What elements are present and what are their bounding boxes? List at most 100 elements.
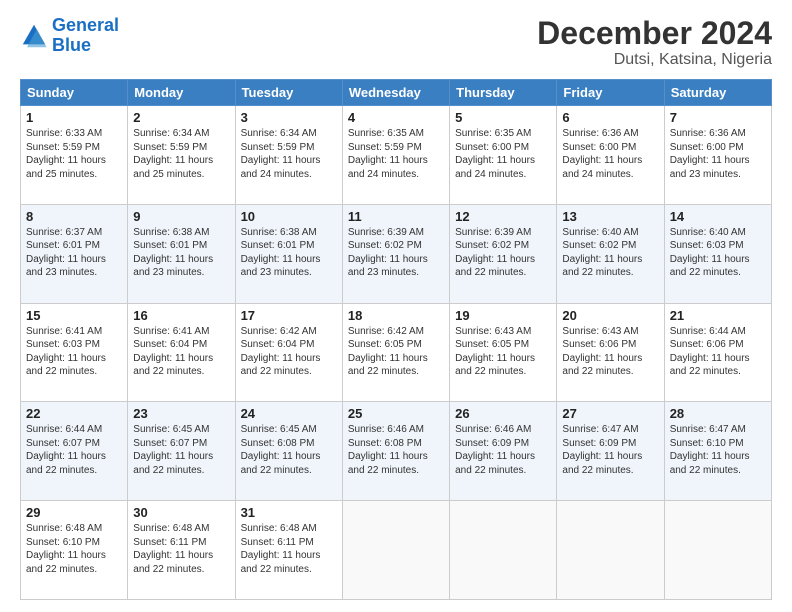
day-number: 30 [133, 505, 229, 520]
day-number: 4 [348, 110, 444, 125]
cell-info: Sunrise: 6:43 AMSunset: 6:05 PMDaylight:… [455, 325, 551, 379]
cell-info: Sunrise: 6:38 AMSunset: 6:01 PMDaylight:… [133, 226, 229, 280]
cell-info: Sunrise: 6:47 AMSunset: 6:09 PMDaylight:… [562, 423, 658, 477]
calendar-cell: 3 Sunrise: 6:34 AMSunset: 5:59 PMDaylight… [235, 106, 342, 205]
cell-info: Sunrise: 6:44 AMSunset: 6:06 PMDaylight:… [670, 325, 766, 379]
calendar-week-row: 15 Sunrise: 6:41 AMSunset: 6:03 PMDayligh… [21, 303, 772, 402]
day-number: 15 [26, 308, 122, 323]
cell-info: Sunrise: 6:41 AMSunset: 6:03 PMDaylight:… [26, 325, 122, 379]
calendar-header-row: SundayMondayTuesdayWednesdayThursdayFrid… [21, 80, 772, 106]
calendar-cell: 15 Sunrise: 6:41 AMSunset: 6:03 PMDayligh… [21, 303, 128, 402]
cell-info: Sunrise: 6:35 AMSunset: 5:59 PMDaylight:… [348, 127, 444, 181]
calendar-cell: 6 Sunrise: 6:36 AMSunset: 6:00 PMDaylight… [557, 106, 664, 205]
logo: General Blue [20, 16, 119, 56]
calendar-week-row: 22 Sunrise: 6:44 AMSunset: 6:07 PMDayligh… [21, 402, 772, 501]
day-header-monday: Monday [128, 80, 235, 106]
day-number: 8 [26, 209, 122, 224]
calendar-cell: 10 Sunrise: 6:38 AMSunset: 6:01 PMDayligh… [235, 204, 342, 303]
cell-info: Sunrise: 6:45 AMSunset: 6:08 PMDaylight:… [241, 423, 337, 477]
day-header-thursday: Thursday [450, 80, 557, 106]
day-number: 31 [241, 505, 337, 520]
location: Dutsi, Katsina, Nigeria [537, 51, 772, 69]
logo-text: General Blue [52, 16, 119, 56]
calendar-week-row: 8 Sunrise: 6:37 AMSunset: 6:01 PMDaylight… [21, 204, 772, 303]
calendar-cell: 7 Sunrise: 6:36 AMSunset: 6:00 PMDaylight… [664, 106, 771, 205]
day-number: 22 [26, 406, 122, 421]
cell-info: Sunrise: 6:36 AMSunset: 6:00 PMDaylight:… [562, 127, 658, 181]
cell-info: Sunrise: 6:37 AMSunset: 6:01 PMDaylight:… [26, 226, 122, 280]
title-area: December 2024 Dutsi, Katsina, Nigeria [537, 16, 772, 69]
day-number: 16 [133, 308, 229, 323]
day-number: 18 [348, 308, 444, 323]
header: General Blue December 2024 Dutsi, Katsin… [20, 16, 772, 69]
calendar-cell: 1 Sunrise: 6:33 AMSunset: 5:59 PMDaylight… [21, 106, 128, 205]
logo-icon [20, 22, 48, 50]
day-number: 26 [455, 406, 551, 421]
calendar-body: 1 Sunrise: 6:33 AMSunset: 5:59 PMDaylight… [21, 106, 772, 600]
calendar-cell [664, 501, 771, 600]
cell-info: Sunrise: 6:48 AMSunset: 6:11 PMDaylight:… [133, 522, 229, 576]
day-number: 19 [455, 308, 551, 323]
calendar-cell [557, 501, 664, 600]
calendar-cell: 9 Sunrise: 6:38 AMSunset: 6:01 PMDaylight… [128, 204, 235, 303]
calendar-cell: 18 Sunrise: 6:42 AMSunset: 6:05 PMDayligh… [342, 303, 449, 402]
day-number: 6 [562, 110, 658, 125]
calendar-cell: 2 Sunrise: 6:34 AMSunset: 5:59 PMDaylight… [128, 106, 235, 205]
day-number: 23 [133, 406, 229, 421]
day-header-sunday: Sunday [21, 80, 128, 106]
cell-info: Sunrise: 6:40 AMSunset: 6:03 PMDaylight:… [670, 226, 766, 280]
calendar-cell: 12 Sunrise: 6:39 AMSunset: 6:02 PMDayligh… [450, 204, 557, 303]
calendar-cell: 31Sunrise: 6:48 AMSunset: 6:11 PMDayligh… [235, 501, 342, 600]
calendar-cell: 29Sunrise: 6:48 AMSunset: 6:10 PMDayligh… [21, 501, 128, 600]
day-header-tuesday: Tuesday [235, 80, 342, 106]
day-header-wednesday: Wednesday [342, 80, 449, 106]
month-title: December 2024 [537, 16, 772, 51]
day-number: 5 [455, 110, 551, 125]
calendar-cell: 25Sunrise: 6:46 AMSunset: 6:08 PMDayligh… [342, 402, 449, 501]
day-header-friday: Friday [557, 80, 664, 106]
day-number: 1 [26, 110, 122, 125]
day-number: 12 [455, 209, 551, 224]
calendar-cell [342, 501, 449, 600]
cell-info: Sunrise: 6:38 AMSunset: 6:01 PMDaylight:… [241, 226, 337, 280]
day-number: 28 [670, 406, 766, 421]
cell-info: Sunrise: 6:44 AMSunset: 6:07 PMDaylight:… [26, 423, 122, 477]
day-number: 21 [670, 308, 766, 323]
cell-info: Sunrise: 6:35 AMSunset: 6:00 PMDaylight:… [455, 127, 551, 181]
cell-info: Sunrise: 6:39 AMSunset: 6:02 PMDaylight:… [348, 226, 444, 280]
calendar-cell: 11Sunrise: 6:39 AMSunset: 6:02 PMDayligh… [342, 204, 449, 303]
day-number: 17 [241, 308, 337, 323]
calendar-cell: 28 Sunrise: 6:47 AMSunset: 6:10 PMDayligh… [664, 402, 771, 501]
calendar-cell: 5 Sunrise: 6:35 AMSunset: 6:00 PMDaylight… [450, 106, 557, 205]
day-number: 3 [241, 110, 337, 125]
calendar-cell: 27Sunrise: 6:47 AMSunset: 6:09 PMDayligh… [557, 402, 664, 501]
cell-info: Sunrise: 6:47 AMSunset: 6:10 PMDaylight:… [670, 423, 766, 477]
cell-info: Sunrise: 6:45 AMSunset: 6:07 PMDaylight:… [133, 423, 229, 477]
day-number: 7 [670, 110, 766, 125]
calendar-week-row: 29Sunrise: 6:48 AMSunset: 6:10 PMDayligh… [21, 501, 772, 600]
calendar-cell: 14Sunrise: 6:40 AMSunset: 6:03 PMDayligh… [664, 204, 771, 303]
calendar-cell [450, 501, 557, 600]
calendar-cell: 20Sunrise: 6:43 AMSunset: 6:06 PMDayligh… [557, 303, 664, 402]
calendar-cell: 24Sunrise: 6:45 AMSunset: 6:08 PMDayligh… [235, 402, 342, 501]
day-number: 9 [133, 209, 229, 224]
calendar-week-row: 1 Sunrise: 6:33 AMSunset: 5:59 PMDaylight… [21, 106, 772, 205]
cell-info: Sunrise: 6:42 AMSunset: 6:05 PMDaylight:… [348, 325, 444, 379]
calendar-cell: 26 Sunrise: 6:46 AMSunset: 6:09 PMDayligh… [450, 402, 557, 501]
cell-info: Sunrise: 6:36 AMSunset: 6:00 PMDaylight:… [670, 127, 766, 181]
cell-info: Sunrise: 6:39 AMSunset: 6:02 PMDaylight:… [455, 226, 551, 280]
cell-info: Sunrise: 6:33 AMSunset: 5:59 PMDaylight:… [26, 127, 122, 181]
calendar-cell: 13Sunrise: 6:40 AMSunset: 6:02 PMDayligh… [557, 204, 664, 303]
day-number: 10 [241, 209, 337, 224]
day-number: 2 [133, 110, 229, 125]
calendar-cell: 8 Sunrise: 6:37 AMSunset: 6:01 PMDaylight… [21, 204, 128, 303]
calendar-cell: 22 Sunrise: 6:44 AMSunset: 6:07 PMDayligh… [21, 402, 128, 501]
cell-info: Sunrise: 6:34 AMSunset: 5:59 PMDaylight:… [241, 127, 337, 181]
page: General Blue December 2024 Dutsi, Katsin… [0, 0, 792, 612]
calendar-cell: 21 Sunrise: 6:44 AMSunset: 6:06 PMDayligh… [664, 303, 771, 402]
cell-info: Sunrise: 6:34 AMSunset: 5:59 PMDaylight:… [133, 127, 229, 181]
day-number: 13 [562, 209, 658, 224]
cell-info: Sunrise: 6:46 AMSunset: 6:09 PMDaylight:… [455, 423, 551, 477]
day-number: 20 [562, 308, 658, 323]
cell-info: Sunrise: 6:41 AMSunset: 6:04 PMDaylight:… [133, 325, 229, 379]
